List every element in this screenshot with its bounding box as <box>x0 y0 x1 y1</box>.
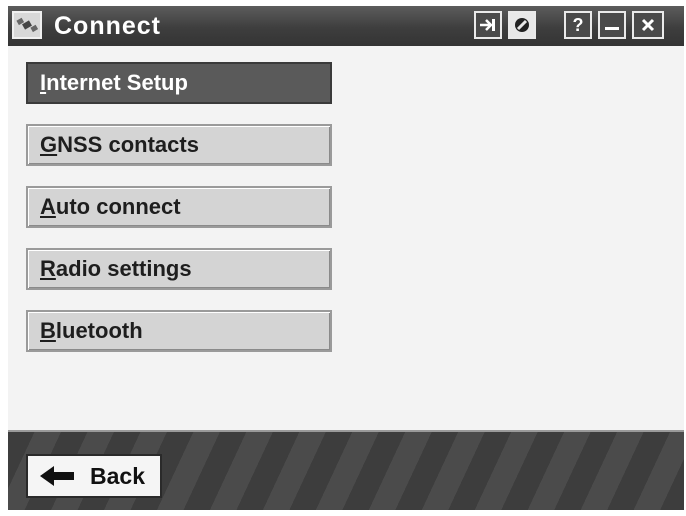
menu-label: NSS contacts <box>57 132 199 157</box>
internet-setup-button[interactable]: Internet Setup <box>26 62 332 104</box>
sync-button[interactable] <box>474 11 502 39</box>
radio-settings-button[interactable]: Radio settings <box>26 248 332 290</box>
auto-connect-button[interactable]: Auto connect <box>26 186 332 228</box>
title-bar: Connect ? <box>8 6 684 46</box>
minimize-button[interactable] <box>598 11 626 39</box>
mnemonic-letter: G <box>40 132 58 157</box>
menu-label: nternet Setup <box>46 70 188 95</box>
menu-label: luetooth <box>55 318 143 343</box>
window-title: Connect <box>54 12 161 40</box>
close-icon <box>641 18 655 32</box>
menu-label: uto connect <box>55 194 181 219</box>
close-button[interactable] <box>632 11 664 39</box>
minimize-icon <box>605 26 619 30</box>
gnss-contacts-button[interactable]: G NSS contacts <box>26 124 332 166</box>
mnemonic-letter: A <box>40 194 56 219</box>
bluetooth-button[interactable]: Bluetooth <box>26 310 332 352</box>
arrow-left-icon <box>40 466 74 486</box>
menu-label: adio settings <box>55 256 192 281</box>
help-icon: ? <box>572 14 584 35</box>
disconnect-icon <box>515 18 529 32</box>
menu-area: Internet Setup G NSS contacts Auto connec… <box>8 46 684 430</box>
back-button[interactable]: Back <box>26 454 162 498</box>
satellite-icon[interactable] <box>12 11 42 39</box>
back-label: Back <box>90 462 145 489</box>
disconnect-button[interactable] <box>508 11 536 39</box>
mnemonic-letter: B <box>40 318 56 343</box>
sync-icon <box>480 19 495 31</box>
bottom-bar: Back <box>8 430 684 510</box>
connect-window: Connect ? Internet Setup G NSS contacts … <box>8 6 684 510</box>
help-button[interactable]: ? <box>564 11 592 39</box>
mnemonic-letter: R <box>40 256 56 281</box>
